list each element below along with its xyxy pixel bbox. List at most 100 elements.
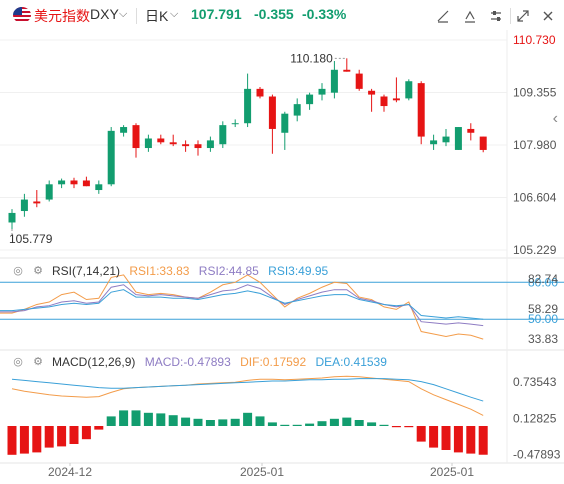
candle (343, 69, 351, 72)
candle (467, 128, 475, 133)
price-axis-label: 107.980 (513, 138, 557, 152)
dif-value: DIF:0.17592 (240, 355, 307, 369)
macd-bar (441, 426, 451, 450)
macd-label: MACD(12,26,9) (52, 355, 136, 369)
macd-bar (466, 426, 476, 454)
macd-bar (317, 421, 327, 426)
macd-bar (19, 426, 29, 454)
macd-bar (243, 412, 253, 426)
candle (107, 130, 115, 185)
macd-bar (305, 423, 315, 426)
macd-bar (131, 410, 141, 426)
candle (20, 199, 28, 212)
macd-bar (205, 420, 215, 426)
macd-bar (267, 422, 277, 426)
candle (355, 73, 363, 89)
candle (33, 201, 41, 204)
candle (330, 69, 338, 93)
macd-bar (32, 426, 42, 453)
candle (244, 88, 252, 124)
settings-icon[interactable]: ⚙ (32, 265, 44, 277)
price-chart[interactable]: 110.730 109.355 107.980 106.604 105.229 110.1… (0, 0, 564, 484)
macd-bar (69, 426, 79, 444)
candle (70, 180, 78, 185)
macd-bar (280, 424, 290, 426)
candle (368, 90, 376, 95)
candle (454, 127, 462, 150)
candle (194, 144, 202, 149)
candle (95, 184, 103, 191)
candle (268, 96, 276, 129)
macd-bar (255, 416, 265, 426)
rsi-axis-label: 33.83 (528, 332, 558, 346)
price-axis-label: 109.355 (513, 85, 557, 99)
candle (58, 180, 66, 185)
candle (169, 142, 177, 145)
rsi-series-line (0, 289, 484, 320)
rsi-axis-label: 82.74 (528, 272, 558, 286)
macd-bar (416, 426, 426, 442)
macd-bar (329, 418, 339, 426)
eye-icon[interactable]: ◎ (12, 356, 24, 368)
candle (144, 138, 152, 149)
candle (306, 94, 314, 105)
macd-bar (156, 413, 166, 426)
macd-axis-label: 0.73543 (513, 375, 557, 389)
rsi1-value: RSI1:33.83 (129, 264, 190, 278)
candle (157, 138, 165, 143)
candle (405, 81, 413, 99)
rsi2-value: RSI2:44.85 (198, 264, 259, 278)
candle (417, 83, 425, 137)
candle (206, 140, 214, 149)
x-axis-label: 2024-12 (48, 465, 92, 479)
candle (182, 144, 190, 147)
rsi-axis-label: 50.00 (528, 312, 558, 326)
macd-bar (94, 426, 104, 430)
candle (45, 184, 53, 200)
macd-bar (453, 426, 463, 453)
candle (380, 96, 388, 107)
chevron-left-icon[interactable]: ‹ (553, 110, 558, 128)
macd-bar (143, 412, 153, 426)
rsi3-value: RSI3:49.95 (268, 264, 329, 278)
macd-bar (367, 422, 377, 426)
macd-bar (429, 426, 439, 448)
settings-icon[interactable]: ⚙ (32, 356, 44, 368)
macd-bar (218, 419, 228, 426)
price-axis-label: 105.229 (513, 243, 557, 257)
candle (430, 140, 438, 145)
macd-axis-label: 0.12825 (513, 411, 557, 425)
rsi-label: RSI(7,14,21) (52, 264, 121, 278)
macd-bar (404, 426, 414, 428)
macd-bar (193, 418, 203, 426)
price-axis-label: 106.604 (513, 191, 557, 205)
macd-bar (354, 420, 364, 426)
macd-bar (57, 426, 67, 447)
dea-line (11, 378, 484, 402)
candle (120, 127, 128, 133)
macd-bar (168, 415, 178, 426)
candle (231, 123, 239, 125)
min-price-label: 105.779 (9, 232, 53, 246)
candle (132, 125, 140, 149)
candle (256, 88, 264, 97)
macd-axis-label: -0.47893 (513, 448, 561, 462)
macd-bar (230, 418, 240, 426)
candle (219, 125, 227, 145)
x-axis-label: 2025-01 (430, 465, 474, 479)
price-axis-label: 110.730 (513, 33, 556, 47)
candle (82, 180, 90, 187)
candle (8, 212, 16, 223)
macd-bar (7, 426, 17, 455)
max-price-label: 110.180 (290, 51, 333, 65)
eye-icon[interactable]: ◎ (12, 265, 24, 277)
macd-bar (44, 426, 54, 448)
macd-bar (292, 424, 302, 426)
candle (442, 136, 450, 143)
macd-bar (181, 417, 191, 426)
x-axis-label: 2025-01 (240, 465, 284, 479)
dea-value: DEA:0.41539 (315, 355, 387, 369)
macd-bar (342, 417, 352, 426)
macd-bar (379, 424, 389, 426)
candle (293, 104, 301, 116)
